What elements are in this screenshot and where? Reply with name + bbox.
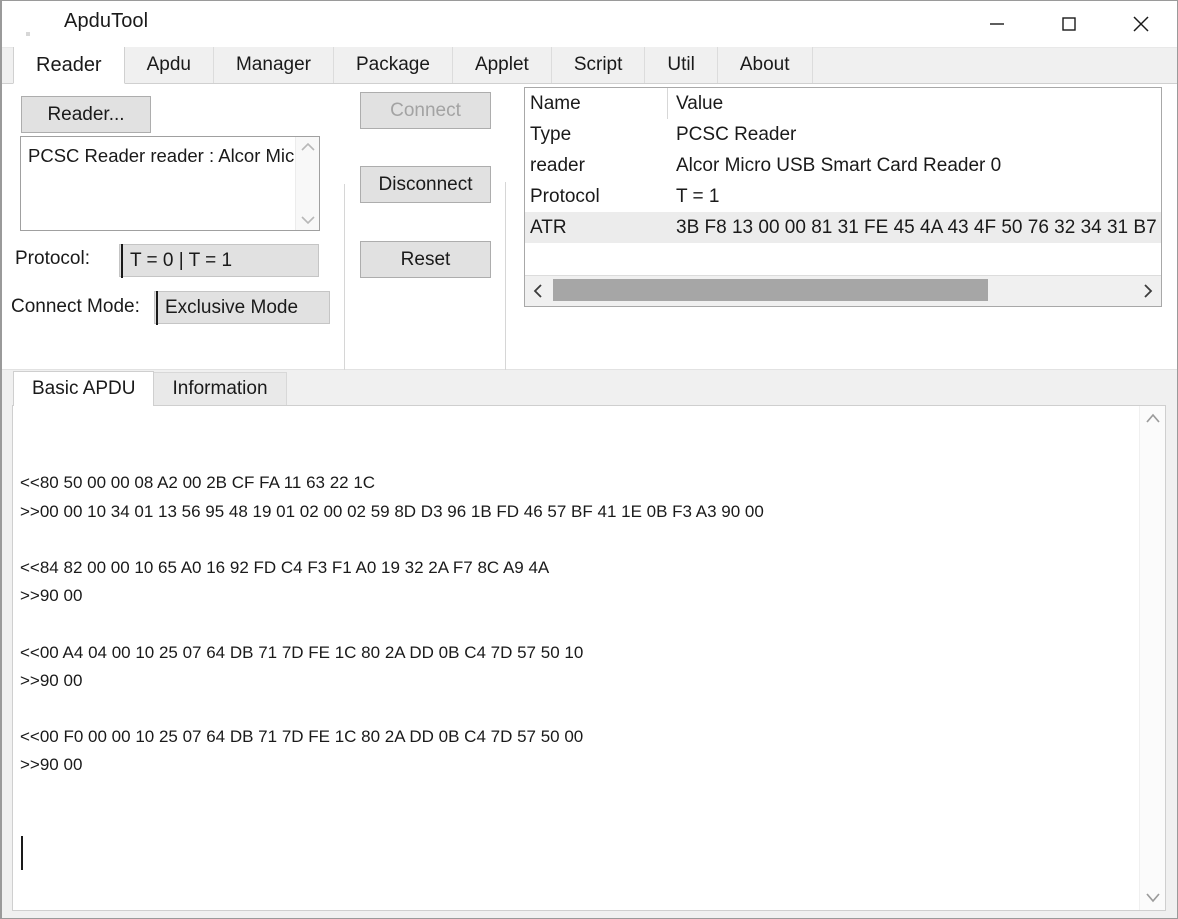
- chevron-down-icon: [121, 244, 123, 278]
- maximize-icon: [1058, 13, 1080, 35]
- column-header-value: Value: [668, 88, 1161, 119]
- tab-util-label: Util: [667, 54, 694, 76]
- row-name: Protocol: [525, 181, 668, 212]
- scroll-left-button[interactable]: [525, 276, 553, 306]
- window-controls: [961, 1, 1177, 47]
- protocol-select-value: T = 0 | T = 1: [130, 250, 232, 272]
- connect-mode-select-value: Exclusive Mode: [165, 297, 298, 319]
- tab-apdu-label: Apdu: [147, 54, 191, 76]
- window-title: ApduTool: [64, 10, 148, 33]
- chevron-down-icon[interactable]: [299, 214, 317, 226]
- text-caret: [21, 836, 23, 870]
- scroll-track[interactable]: [553, 276, 1133, 306]
- scroll-thumb[interactable]: [553, 279, 988, 301]
- main-tab-strip: Reader Apdu Manager Package Applet Scrip…: [2, 48, 1177, 84]
- chevron-up-icon[interactable]: [1143, 412, 1163, 425]
- chevron-up-icon[interactable]: [299, 141, 317, 153]
- apdu-log-text[interactable]: <<80 50 00 00 08 A2 00 2B CF FA 11 63 22…: [13, 406, 1139, 910]
- protocol-select[interactable]: T = 0 | T = 1: [119, 244, 319, 277]
- tab-information[interactable]: Information: [153, 372, 286, 405]
- row-name: reader: [525, 150, 668, 181]
- minimize-icon: [986, 13, 1008, 35]
- chevron-down-icon[interactable]: [1143, 891, 1163, 904]
- reset-button[interactable]: Reset: [360, 241, 491, 278]
- reader-pane: Reader... PCSC Reader reader : Alcor Mic…: [2, 84, 1177, 370]
- table-header-row: Name Value: [525, 88, 1161, 119]
- close-button[interactable]: [1105, 1, 1177, 47]
- table-row[interactable]: reader Alcor Micro USB Smart Card Reader…: [525, 150, 1161, 181]
- tab-package-label: Package: [356, 54, 430, 76]
- reader-select-button[interactable]: Reader...: [21, 96, 151, 133]
- apdu-tool-window: ApduTool Reader Apdu Manager: [0, 0, 1178, 919]
- tab-manager-label: Manager: [236, 54, 311, 76]
- row-value: PCSC Reader: [668, 119, 1161, 150]
- panel-divider-right: [505, 182, 506, 392]
- chevron-right-icon: [1140, 283, 1154, 299]
- tab-apdu[interactable]: Apdu: [124, 47, 214, 83]
- tab-reader[interactable]: Reader: [13, 47, 125, 84]
- app-icon: [26, 32, 30, 36]
- connect-mode-label: Connect Mode:: [11, 296, 140, 318]
- reader-info-table: Name Value Type PCSC Reader reader Alcor…: [524, 87, 1162, 307]
- apdu-pane: Basic APDU Information <<80 50 00 00 08 …: [2, 370, 1177, 919]
- scroll-right-button[interactable]: [1133, 276, 1161, 306]
- title-bar: ApduTool: [2, 1, 1177, 48]
- tab-script[interactable]: Script: [551, 47, 646, 83]
- row-name: ATR: [525, 212, 668, 243]
- tab-about-label: About: [740, 54, 790, 76]
- tab-package[interactable]: Package: [333, 47, 453, 83]
- tab-applet[interactable]: Applet: [452, 47, 552, 83]
- apdu-log-scrollbar[interactable]: [1139, 406, 1165, 910]
- table-row[interactable]: Type PCSC Reader: [525, 119, 1161, 150]
- row-value: T = 1: [668, 181, 1161, 212]
- reader-list-scrollbar[interactable]: [295, 137, 319, 230]
- tab-script-label: Script: [574, 54, 623, 76]
- maximize-button[interactable]: [1033, 1, 1105, 47]
- table-row[interactable]: ATR 3B F8 13 00 00 81 31 FE 45 4A 43 4F …: [525, 212, 1161, 243]
- tab-manager[interactable]: Manager: [213, 47, 334, 83]
- chevron-down-icon: [156, 291, 158, 325]
- reader-list-text: PCSC Reader reader : Alcor Micro USB Sma…: [21, 137, 295, 230]
- column-header-name: Name: [525, 88, 668, 119]
- protocol-label: Protocol:: [15, 248, 90, 270]
- connect-mode-select[interactable]: Exclusive Mode: [154, 291, 330, 324]
- connect-button[interactable]: Connect: [360, 92, 491, 129]
- tab-basic-apdu[interactable]: Basic APDU: [13, 371, 154, 406]
- tab-reader-label: Reader: [36, 54, 102, 77]
- chevron-left-icon: [532, 283, 546, 299]
- table-horizontal-scrollbar[interactable]: [525, 275, 1161, 306]
- tab-information-label: Information: [172, 378, 267, 400]
- minimize-button[interactable]: [961, 1, 1033, 47]
- lower-tab-strip: Basic APDU Information: [2, 370, 1177, 405]
- close-icon: [1129, 12, 1153, 36]
- tab-about[interactable]: About: [717, 47, 813, 83]
- tab-applet-label: Applet: [475, 54, 529, 76]
- row-value: Alcor Micro USB Smart Card Reader 0: [668, 150, 1161, 181]
- table-row[interactable]: Protocol T = 1: [525, 181, 1161, 212]
- panel-divider-left: [344, 184, 345, 389]
- row-name: Type: [525, 119, 668, 150]
- reader-list[interactable]: PCSC Reader reader : Alcor Micro USB Sma…: [20, 136, 320, 231]
- disconnect-button[interactable]: Disconnect: [360, 166, 491, 203]
- row-value: 3B F8 13 00 00 81 31 FE 45 4A 43 4F 50 7…: [668, 212, 1161, 243]
- tab-util[interactable]: Util: [644, 47, 717, 83]
- apdu-log-area[interactable]: <<80 50 00 00 08 A2 00 2B CF FA 11 63 22…: [12, 405, 1166, 911]
- apdu-log-content: <<80 50 00 00 08 A2 00 2B CF FA 11 63 22…: [20, 469, 1139, 779]
- text-caret-line: [20, 836, 1139, 864]
- tab-basic-apdu-label: Basic APDU: [32, 378, 135, 400]
